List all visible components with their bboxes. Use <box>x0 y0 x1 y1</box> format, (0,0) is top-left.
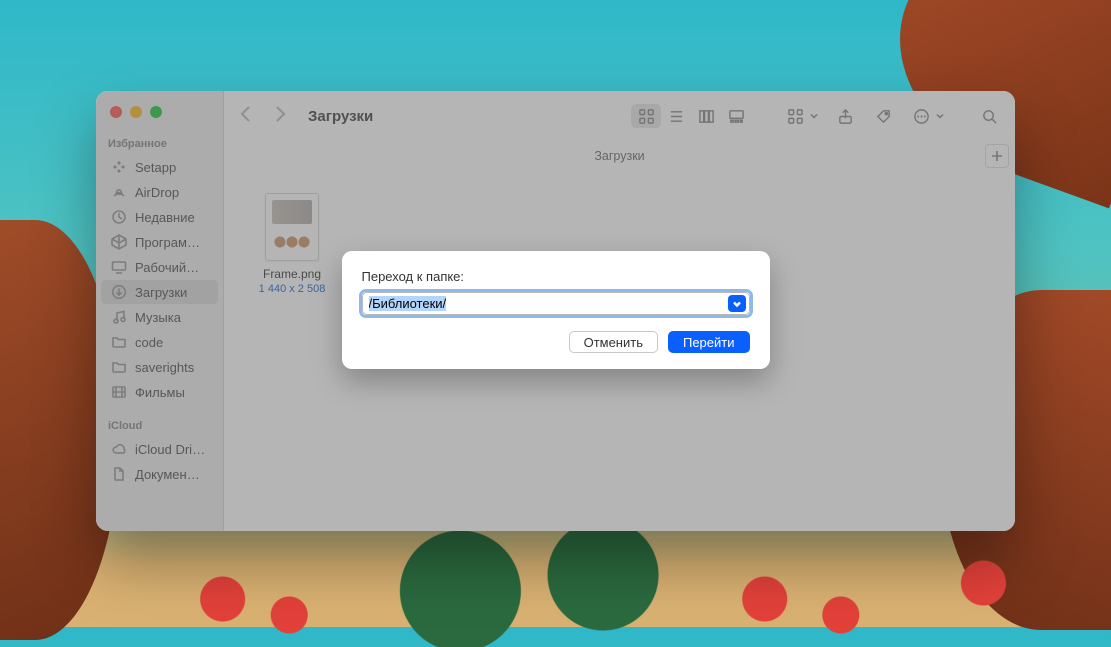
sidebar-heading-favorites: Избранное <box>96 132 223 154</box>
sidebar-favorite-item[interactable]: code <box>101 330 218 354</box>
forward-button[interactable] <box>272 105 288 128</box>
view-switcher <box>631 104 751 128</box>
tags-button[interactable] <box>871 104 895 128</box>
view-list-button[interactable] <box>661 104 691 128</box>
chevron-down-icon <box>809 104 819 128</box>
folder-icon <box>111 334 127 350</box>
sidebar-item-label: Програм… <box>135 235 200 250</box>
sidebar-item-label: saverights <box>135 360 194 375</box>
sidebar-icloud-item[interactable]: iCloud Dri… <box>101 437 218 461</box>
cloud-icon <box>111 441 127 457</box>
sidebar-favorite-item[interactable]: Програм… <box>101 230 218 254</box>
airdrop-icon <box>111 184 127 200</box>
chevron-down-icon <box>935 104 945 128</box>
doc-icon <box>111 466 127 482</box>
path-input[interactable] <box>363 294 728 313</box>
dropdown-button[interactable] <box>728 295 746 312</box>
sidebar-favorite-item[interactable]: Музыка <box>101 305 218 329</box>
sidebar-item-label: Докумен… <box>135 467 200 482</box>
new-tab-button[interactable] <box>985 144 1009 168</box>
view-columns-button[interactable] <box>691 104 721 128</box>
sidebar-item-label: Setapp <box>135 160 176 175</box>
cancel-button[interactable]: Отменить <box>569 331 658 353</box>
sidebar-favorite-item[interactable]: Фильмы <box>101 380 218 404</box>
window-controls <box>96 101 223 132</box>
sidebar-item-label: Недавние <box>135 210 195 225</box>
sidebar-favorite-item[interactable]: saverights <box>101 355 218 379</box>
view-icons-button[interactable] <box>631 104 661 128</box>
tab-bar: Загрузки <box>224 141 1015 171</box>
sidebar-item-label: Фильмы <box>135 385 185 400</box>
music-icon <box>111 309 127 325</box>
close-button[interactable] <box>110 106 122 118</box>
window-title: Загрузки <box>308 108 373 125</box>
sidebar-item-label: AirDrop <box>135 185 179 200</box>
sidebar-heading-icloud: iCloud <box>96 414 223 436</box>
sidebar-item-label: Музыка <box>135 310 181 325</box>
apps-icon <box>111 234 127 250</box>
sidebar-item-label: iCloud Dri… <box>135 442 205 457</box>
minimize-button[interactable] <box>130 106 142 118</box>
view-gallery-button[interactable] <box>721 104 751 128</box>
film-icon <box>111 384 127 400</box>
sidebar-item-label: Рабочий… <box>135 260 199 275</box>
file-thumbnail <box>265 193 319 261</box>
go-button[interactable]: Перейти <box>668 331 750 353</box>
sidebar-item-label: Загрузки <box>135 285 187 300</box>
file-item[interactable]: Frame.png 1 440 x 2 508 <box>252 193 332 295</box>
zoom-button[interactable] <box>150 106 162 118</box>
actions-button[interactable] <box>909 104 933 128</box>
dialog-label: Переход к папке: <box>362 269 750 284</box>
sidebar-favorite-item[interactable]: Недавние <box>101 205 218 229</box>
path-combobox <box>362 292 750 315</box>
back-button[interactable] <box>238 105 254 128</box>
sidebar-favorite-item[interactable]: AirDrop <box>101 180 218 204</box>
folder-icon <box>111 359 127 375</box>
toolbar: Загрузки <box>224 91 1015 141</box>
download-icon <box>111 284 127 300</box>
share-button[interactable] <box>833 104 857 128</box>
search-button[interactable] <box>977 104 1001 128</box>
clock-icon <box>111 209 127 225</box>
sidebar-item-label: code <box>135 335 163 350</box>
sidebar-favorite-item[interactable]: Setapp <box>101 155 218 179</box>
tab-label[interactable]: Загрузки <box>594 149 644 163</box>
desktop-icon <box>111 259 127 275</box>
sidebar-favorite-item[interactable]: Загрузки <box>101 280 218 304</box>
sidebar: Избранное Setapp AirDrop Недавние Програм… Р… <box>96 91 224 531</box>
file-name: Frame.png <box>252 267 332 281</box>
go-to-folder-dialog: Переход к папке: Отменить Перейти <box>342 251 770 369</box>
sidebar-icloud-item[interactable]: Докумен… <box>101 462 218 486</box>
file-dimensions: 1 440 x 2 508 <box>252 283 332 295</box>
sidebar-favorite-item[interactable]: Рабочий… <box>101 255 218 279</box>
group-button[interactable] <box>783 104 807 128</box>
app-icon <box>111 159 127 175</box>
